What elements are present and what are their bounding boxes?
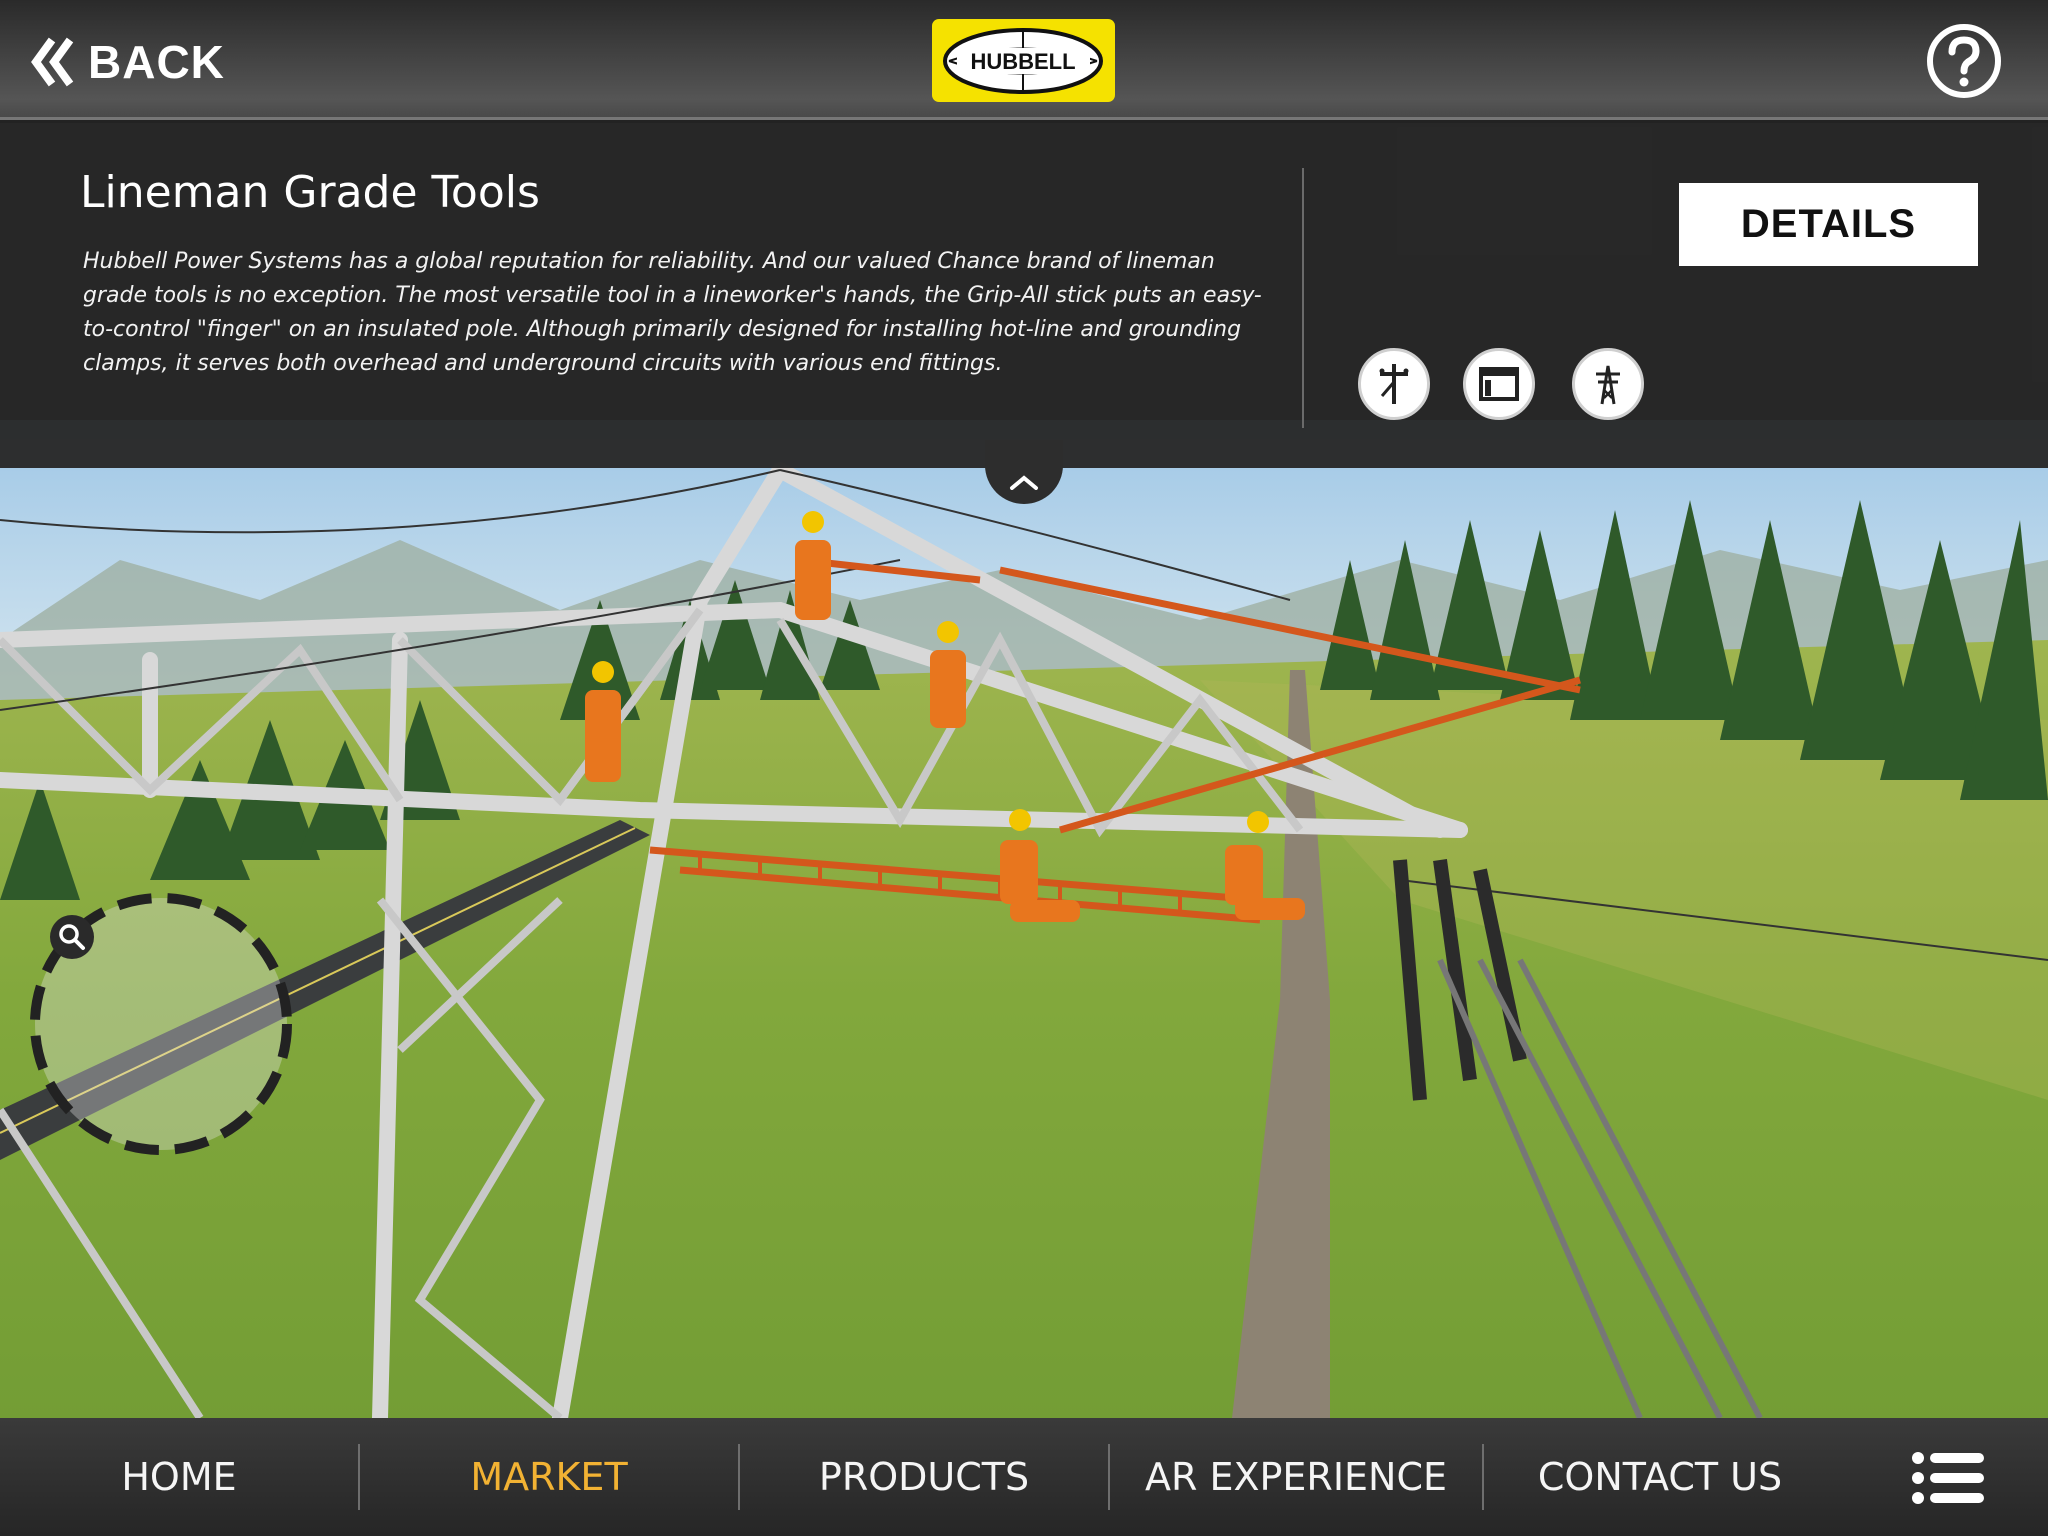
panel-view-icon-glyph (1479, 367, 1519, 401)
panel-description: Hubbell Power Systems has a global reput… (83, 249, 1262, 376)
logo-text: HUBBELL (970, 49, 1075, 74)
zoom-joystick[interactable] (22, 885, 300, 1163)
nav-products[interactable]: PRODUCTS (740, 1418, 1108, 1536)
panel-title: Lineman Grade Tools (80, 167, 540, 218)
distribution-pole-icon-glyph (1379, 364, 1409, 404)
magnifier-icon (50, 915, 94, 959)
distribution-pole-icon[interactable] (1358, 348, 1430, 420)
bottom-navigation: HOME MARKET PRODUCTS AR EXPERIENCE CONTA… (0, 1418, 2048, 1536)
back-label: BACK (88, 36, 225, 88)
hubbell-logo[interactable]: HUBBELL (932, 19, 1115, 102)
nav-home[interactable]: HOME (0, 1418, 358, 1536)
chevron-up-icon (1010, 475, 1038, 490)
panel-divider (1302, 168, 1304, 428)
transmission-tower-icon[interactable] (1572, 348, 1644, 420)
question-mark-icon[interactable] (1925, 22, 2003, 100)
back-button[interactable]: BACK (30, 34, 225, 90)
info-panel: Lineman Grade Tools Hubbell Power System… (0, 123, 2048, 468)
nav-contact-us[interactable]: CONTACT US (1484, 1418, 1836, 1536)
panel-view-icon[interactable] (1463, 348, 1535, 420)
hubbell-globe-logo-icon: HUBBELL (943, 27, 1103, 94)
double-chevron-left-icon (31, 37, 74, 87)
nav-market[interactable]: MARKET (360, 1418, 738, 1536)
nav-ar-experience[interactable]: AR EXPERIENCE (1110, 1418, 1482, 1536)
hamburger-menu-icon[interactable] (1912, 1450, 1984, 1506)
transmission-tower-icon-glyph (1596, 365, 1620, 405)
top-bar: BACK HUBBELL (0, 0, 2048, 120)
details-button[interactable]: DETAILS (1679, 183, 1978, 266)
